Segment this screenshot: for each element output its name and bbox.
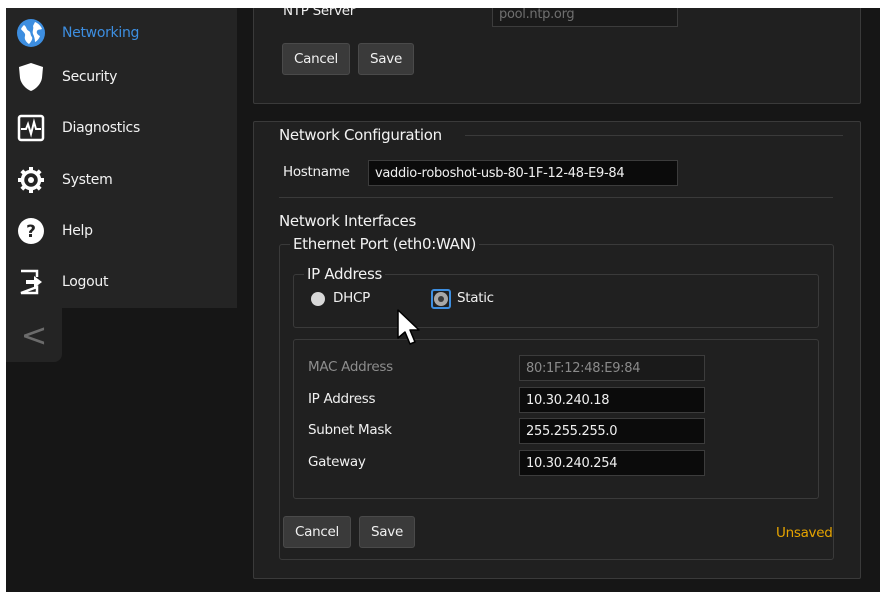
hostname-label: Hostname (283, 164, 350, 180)
divider (465, 135, 843, 136)
ip-address-mode-fieldset: IP Address DHCP Static (293, 265, 819, 328)
globe-icon (14, 16, 48, 50)
ip-address-label: IP Address (308, 391, 376, 407)
logout-icon (14, 265, 48, 299)
ntp-server-field[interactable]: pool.ntp.org (492, 8, 678, 27)
sidebar-item-diagnostics[interactable]: Diagnostics (6, 103, 237, 153)
sidebar-item-logout[interactable]: Logout (6, 257, 237, 307)
network-configuration-title: Network Configuration (279, 126, 442, 144)
mac-address-label: MAC Address (308, 359, 393, 375)
gear-icon (14, 163, 48, 197)
gateway-label: Gateway (308, 454, 366, 470)
sidebar: Networking Security Diagnostics System ?… (6, 8, 237, 308)
network-cancel-button[interactable]: Cancel (283, 516, 351, 548)
ntp-cancel-button[interactable]: Cancel (282, 43, 350, 75)
ntp-save-button[interactable]: Save (358, 43, 414, 75)
sidebar-item-networking[interactable]: Networking (6, 8, 237, 58)
sidebar-item-label: Logout (62, 274, 109, 290)
ip-address-mode-legend: IP Address (304, 265, 385, 283)
sidebar-item-label: Networking (62, 25, 140, 41)
network-save-button[interactable]: Save (359, 516, 415, 548)
app-window: Networking Security Diagnostics System ?… (6, 8, 880, 592)
diagnostics-pulse-icon (14, 111, 48, 145)
address-settings-fieldset: MAC Address 80:1F:12:48:E9:84 IP Address… (293, 339, 819, 499)
sidebar-item-system[interactable]: System (6, 155, 237, 205)
unsaved-status: Unsaved (776, 525, 833, 541)
sidebar-collapse-button[interactable]: < (6, 308, 62, 362)
subnet-mask-field[interactable]: 255.255.255.0 (519, 418, 705, 444)
network-configuration-panel: Network Configuration Hostname vaddio-ro… (253, 121, 861, 579)
ethernet-port-legend: Ethernet Port (eth0:WAN) (290, 235, 480, 253)
network-interfaces-title: Network Interfaces (279, 212, 416, 230)
sidebar-item-label: Help (62, 223, 93, 239)
hostname-field[interactable]: vaddio-roboshot-usb-80-1F-12-48-E9-84 (368, 160, 678, 186)
sidebar-item-label: Security (62, 69, 118, 85)
sidebar-item-label: System (62, 172, 113, 188)
sidebar-item-help[interactable]: ? Help (6, 206, 237, 256)
ntp-panel: NTP Server pool.ntp.org Cancel Save (253, 8, 861, 104)
sidebar-item-security[interactable]: Security (6, 52, 237, 102)
dhcp-label: DHCP (333, 290, 370, 306)
divider (279, 197, 833, 198)
svg-text:?: ? (26, 222, 36, 242)
help-icon: ? (14, 214, 48, 248)
dhcp-radio[interactable] (311, 292, 325, 306)
chevron-left-icon: < (20, 316, 48, 354)
sidebar-item-label: Diagnostics (62, 120, 140, 136)
ethernet-port-fieldset: Ethernet Port (eth0:WAN) IP Address DHCP… (279, 235, 834, 560)
shield-icon (14, 60, 48, 94)
ntp-server-label: NTP Server (283, 8, 356, 19)
ip-address-field[interactable]: 10.30.240.18 (519, 387, 705, 413)
static-radio[interactable] (434, 292, 448, 306)
subnet-mask-label: Subnet Mask (308, 422, 392, 438)
gateway-field[interactable]: 10.30.240.254 (519, 450, 705, 476)
static-label: Static (457, 290, 494, 306)
mac-address-field: 80:1F:12:48:E9:84 (519, 355, 705, 381)
